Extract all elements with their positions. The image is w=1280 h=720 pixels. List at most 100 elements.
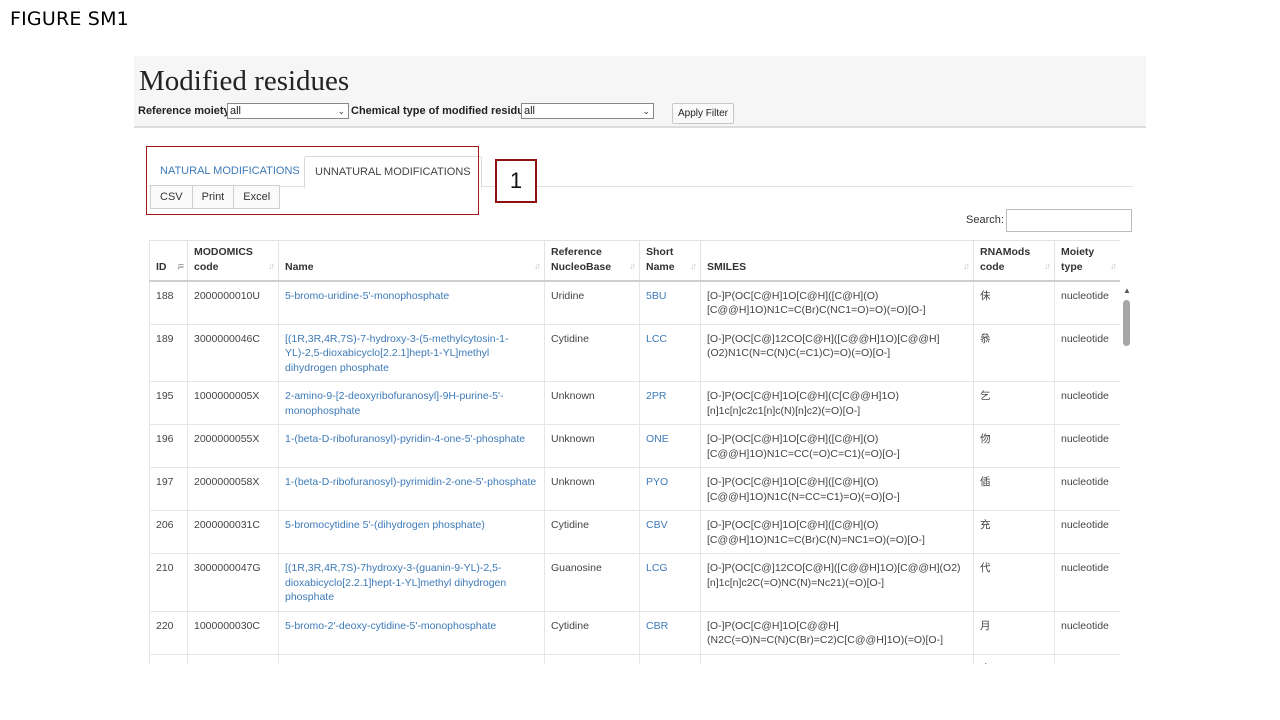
rnamods-value: 乞 (980, 390, 991, 402)
cell-ref: Unknown (544, 654, 640, 665)
cell-short: 2PR (639, 381, 701, 425)
column-header-name[interactable]: Name ↓↑ (278, 240, 545, 282)
smiles-value: [O-]P(OC[C@H]1O[C@H]([C@H](O)[C@@H]1O)N1… (707, 289, 926, 317)
ref-value: Cytidine (551, 519, 589, 531)
name-link[interactable]: [(1R,3R,4R,7S)-7-hydroxy-3-(5-methylcyto… (285, 333, 508, 374)
scrollbar-thumb[interactable] (1123, 300, 1130, 346)
cell-short: 5BU (639, 280, 701, 325)
smiles-value: [O-]P(OC[C@]12CO[C@H]([C@@H]1O)[C@@H](O2… (707, 562, 961, 589)
cell-rnamods: 乞 (973, 381, 1055, 425)
cell-smiles: [O-]P(OC[C@H]1O[C@@H](N2C(=O)N=C(N)C(Br)… (700, 611, 974, 655)
cell-short: CBV (639, 510, 701, 554)
annotation-highlight-box (146, 146, 479, 215)
name-link[interactable]: 5-bromocytidine 5'-(dihydrogen phosphate… (285, 519, 485, 531)
name-link[interactable]: 1-(beta-D-ribofuranosyl)-pyridin-4-one-5… (285, 433, 525, 445)
cell-smiles: [O-]P(OC[C@H]1O[C@H]([C@H](O)[C@@H]1O)N1… (700, 510, 974, 554)
column-header-id[interactable]: ID ↓≡ (149, 240, 188, 282)
cell-modomics: 2000000055X (187, 424, 279, 468)
ref-value: Unknown (551, 476, 595, 488)
cell-smiles: [O-]P(OC[C@H]1O[C@H]([C@H](O)[C@@H]1O) (700, 654, 974, 665)
column-header-short-name[interactable]: Short Name ↓↑ (639, 240, 701, 282)
short-link[interactable]: PYO (646, 476, 668, 488)
smiles-value: [O-]P(OC[C@H]1O[C@H]([C@H](O)[C@@H]1O)N1… (707, 519, 925, 546)
cell-modomics: 2000000058X (187, 467, 279, 511)
sort-icon: ↓↑ (629, 260, 636, 271)
table-row: 197 2000000058X 1-(beta-D-ribofuranosyl)-p… (149, 467, 1120, 511)
cell-rnamods: 充 (973, 510, 1055, 554)
residues-table-wrapper: ID ↓≡ MODOMICS code ↓↑ Name ↓↑ Reference Nu… (149, 240, 1120, 664)
cell-name: 2-amino-9-[2-deoxyribofuranosyl]-9H-puri… (278, 381, 545, 425)
id-value: 210 (156, 562, 174, 574)
cell-ref: Cytidine (544, 324, 640, 382)
smiles-value: [O-]P(OC[C@H]1O[C@@H](N2C(=O)N=C(N)C(Br)… (707, 619, 943, 647)
column-header-smiles[interactable]: SMILES ↓↑ (700, 240, 974, 282)
ref-value: Guanosine (551, 562, 602, 574)
cell-name: 5-bromocytidine 5'-(dihydrogen phosphate… (278, 510, 545, 554)
id-value: 197 (156, 476, 174, 488)
column-header-reference-nucleobase[interactable]: Reference NucleoBase ↓↑ (544, 240, 640, 282)
short-link[interactable]: P5P (646, 663, 666, 665)
name-link[interactable]: [(1R,3R,4R,7S)-7hydroxy-3-(guanin-9-YL)-… (285, 562, 506, 603)
cell-short: P5P (639, 654, 701, 665)
cell-modomics: 2000000010U (187, 280, 279, 325)
name-link[interactable]: 2-amino-9-[2-deoxyribofuranosyl]-9H-puri… (285, 390, 504, 417)
short-link[interactable]: CBV (646, 519, 668, 531)
cell-id: 188 (149, 280, 188, 325)
cell-rnamods: 廛 (973, 654, 1055, 664)
scroll-up-arrow-icon[interactable]: ▲ (1123, 286, 1131, 295)
chevron-down-icon: ⌄ (642, 106, 650, 116)
search-input[interactable] (1006, 209, 1132, 232)
smiles-value: [O-]P(OC[C@H]1O[C@H]([C@H](O)[C@@H]1O) (707, 663, 938, 665)
sort-icon: ↓↑ (268, 260, 275, 271)
cell-id: 189 (149, 324, 188, 382)
cell-moiety: nucleotide (1054, 381, 1120, 425)
name-link[interactable]: purine riboside-5'-monophosphate (285, 663, 444, 665)
ref-value: Unknown (551, 433, 595, 445)
apply-filter-button[interactable]: Apply Filter (672, 103, 734, 124)
short-link[interactable]: 2PR (646, 390, 666, 402)
id-value: 188 (156, 289, 174, 302)
modomics-value: 2000000055X (194, 433, 260, 445)
ref-value: Unknown (551, 390, 595, 402)
reference-moiety-select[interactable]: all ⌄ (227, 103, 349, 119)
cell-rnamods: 偛 (973, 467, 1055, 511)
cell-modomics: 3000000047G (187, 553, 279, 612)
cell-short: CBR (639, 611, 701, 655)
name-link[interactable]: 5-bromo-uridine-5'-monophosphate (285, 290, 449, 302)
modomics-value: 2000000010U (194, 289, 260, 302)
chemical-type-select[interactable]: all ⌄ (521, 103, 654, 119)
cell-ref: Cytidine (544, 611, 640, 655)
table-row: 196 2000000055X 1-(beta-D-ribofuranosyl)-p… (149, 424, 1120, 468)
id-value: 195 (156, 390, 174, 402)
cell-moiety: nucleotide (1054, 510, 1120, 554)
cell-smiles: [O-]P(OC[C@H]1O[C@H]([C@H](O)[C@@H]1O)N1… (700, 467, 974, 511)
smiles-value: [O-]P(OC[C@H]1O[C@H]([C@H](O)[C@@H]1O)N1… (707, 476, 900, 503)
short-link[interactable]: CBR (646, 620, 668, 632)
column-header-rnamods-code[interactable]: RNAMods code ↓↑ (973, 240, 1055, 282)
name-link[interactable]: 1-(beta-D-ribofuranosyl)-pyrimidin-2-one… (285, 476, 536, 488)
short-link[interactable]: 5BU (646, 290, 666, 302)
cell-id: 221 (149, 654, 188, 664)
cell-name: 5-bromo-2'-deoxy-cytidine-5'-monophospha… (278, 611, 545, 655)
short-link[interactable]: ONE (646, 433, 669, 445)
column-header-moiety-type[interactable]: Moiety type ↓↑ (1054, 240, 1120, 282)
table-scrollbar[interactable]: ▲ (1121, 284, 1133, 664)
search-label: Search: (966, 214, 1004, 226)
short-link[interactable]: LCG (646, 562, 668, 574)
modomics-value: 2000000058X (194, 476, 260, 488)
cell-name: [(1R,3R,4R,7S)-7-hydroxy-3-(5-methylcyto… (278, 324, 545, 382)
column-header-modomics-code[interactable]: MODOMICS code ↓↑ (187, 240, 279, 282)
rnamods-value: 伆 (980, 433, 991, 445)
table-body: 188 2000000010U 5-bromo-uridine-5'-monopho… (149, 280, 1120, 665)
name-link[interactable]: 5-bromo-2'-deoxy-cytidine-5'-monophospha… (285, 620, 496, 632)
short-link[interactable]: LCC (646, 333, 667, 345)
rnamods-value: 月 (980, 619, 991, 632)
chemical-type-label: Chemical type of modified residue (351, 105, 531, 117)
cell-id: 220 (149, 611, 188, 655)
modomics-value: 2000000056X (194, 663, 259, 665)
cell-modomics: 2000000031C (187, 510, 279, 554)
ref-value: Unknown (551, 663, 595, 665)
cell-smiles: [O-]P(OC[C@]12CO[C@H]([C@@H]1O)[C@@H](O2… (700, 553, 974, 612)
cell-short: LCG (639, 553, 701, 612)
rnamods-value: 代 (980, 562, 991, 574)
